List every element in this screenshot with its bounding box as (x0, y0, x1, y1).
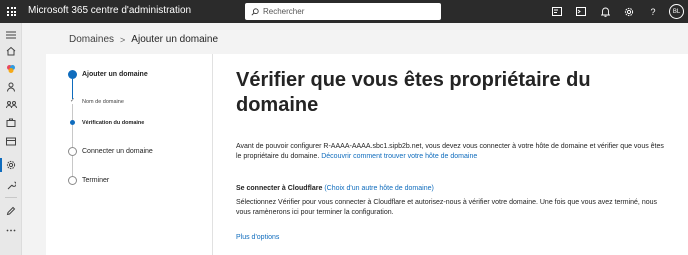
pencil-icon[interactable] (5, 205, 17, 217)
avatar[interactable]: BL (669, 4, 684, 19)
billing-icon[interactable] (5, 117, 17, 129)
settings-nav-icon[interactable] (5, 159, 17, 171)
rail-divider (5, 197, 17, 198)
connect-section-title: Se connecter à Cloudflare (Choix d'un au… (236, 185, 434, 192)
gear-icon (624, 7, 634, 16)
step-finish: Terminer (82, 177, 110, 184)
step-connector (72, 79, 73, 99)
breadcrumb-current: Ajouter un domaine (131, 34, 219, 45)
wrench-icon[interactable] (5, 179, 17, 191)
step-connect-domain: Connecter un domaine (82, 148, 153, 155)
step-add-domain: Ajouter un domaine (82, 71, 148, 78)
page-title: Vérifier que vous êtes propriétaire du d… (236, 69, 591, 116)
admin-view-button[interactable] (545, 0, 569, 23)
connect-title: Se connecter à Cloudflare (236, 185, 323, 192)
search-icon (251, 7, 259, 16)
home-icon[interactable] (5, 45, 17, 57)
search-box[interactable] (245, 3, 441, 20)
search-input[interactable] (263, 7, 433, 16)
intro-paragraph: Avant de pouvoir configurer R-AAAA-AAAA.… (236, 142, 666, 162)
stepper-divider (212, 54, 213, 255)
step-indicator-todo (68, 176, 77, 185)
step-domain-verification: Vérification du domaine (82, 120, 145, 126)
find-domain-host-link[interactable]: Découvrir comment trouver votre hôte de … (321, 153, 477, 160)
terminal-button[interactable] (569, 0, 593, 23)
user-icon[interactable] (5, 81, 17, 93)
breadcrumb: Domaines > Ajouter un domaine (69, 34, 218, 45)
menu-icon[interactable] (5, 29, 17, 41)
step-connector (72, 125, 73, 147)
admin-card-icon (552, 7, 562, 16)
step-indicator-todo (68, 147, 77, 156)
choose-other-host-link[interactable]: (Choix d'un autre hôte de domaine) (324, 185, 434, 192)
checkmark-icon: ✓ (70, 98, 76, 104)
card-icon[interactable] (5, 135, 17, 147)
waffle-icon (7, 7, 16, 16)
help-button[interactable]: ? (641, 0, 665, 23)
step-indicator-substep (70, 120, 75, 125)
copilot-icon[interactable] (5, 63, 17, 75)
notifications-button[interactable] (593, 0, 617, 23)
terminal-icon (576, 7, 586, 16)
chevron-right-icon: > (120, 34, 126, 45)
question-icon: ? (650, 6, 656, 17)
step-connector (72, 156, 73, 176)
bell-icon (600, 7, 610, 17)
more-options-link[interactable]: Plus d'options (236, 234, 279, 241)
step-indicator-current (68, 70, 77, 79)
app-launcher-button[interactable] (0, 0, 23, 23)
connect-description: Sélectionnez Vérifier pour vous connecte… (236, 199, 658, 216)
step-domain-name: Nom de domaine (82, 99, 124, 105)
top-bar: Microsoft 365 centre d'administration ? … (0, 0, 688, 23)
teams-icon[interactable] (5, 99, 17, 111)
active-indicator (0, 158, 2, 172)
left-nav-rail (0, 23, 22, 255)
settings-button[interactable] (617, 0, 641, 23)
step-connector (72, 104, 73, 120)
more-icon[interactable] (5, 224, 17, 236)
app-title[interactable]: Microsoft 365 centre d'administration (28, 5, 191, 16)
breadcrumb-domains-link[interactable]: Domaines (69, 34, 114, 45)
